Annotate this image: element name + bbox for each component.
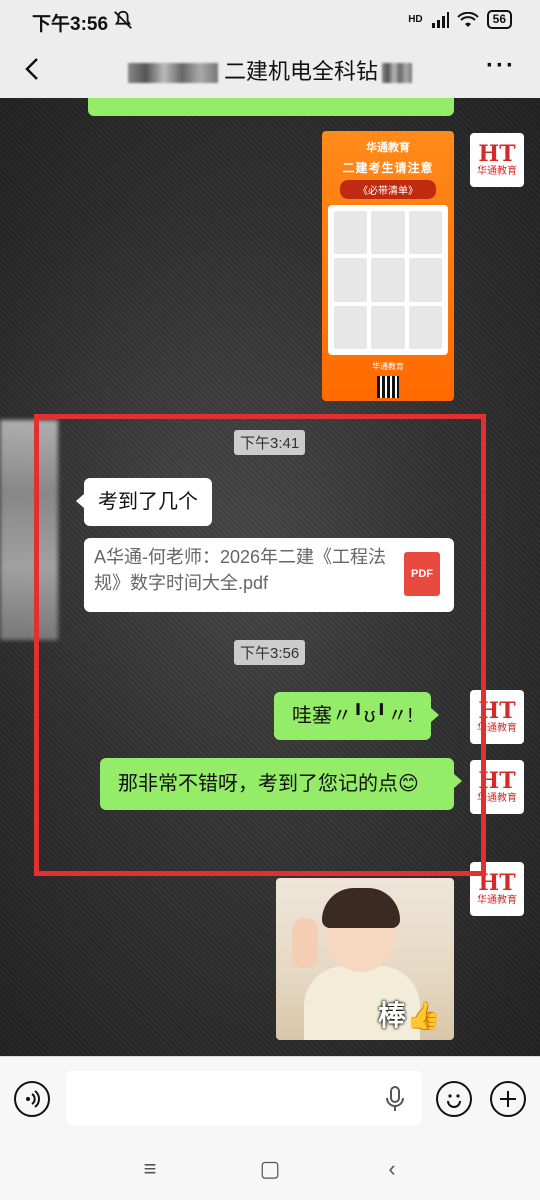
input-bar (0, 1056, 540, 1140)
menu-icon[interactable]: ≡ (130, 1156, 170, 1186)
network-label: HD (408, 14, 423, 25)
incoming-message-bubble[interactable]: 考到了几个 (76, 478, 212, 526)
avatar-logo: HT (478, 768, 516, 794)
chat-title: 二建机电全科钻 (100, 54, 440, 86)
microphone-icon[interactable] (384, 1085, 406, 1113)
plus-icon[interactable] (490, 1081, 526, 1117)
home-icon[interactable]: ▢ (250, 1156, 290, 1186)
avatar[interactable]: HT 华通教育 (470, 133, 524, 187)
redacted-avatar (0, 420, 58, 640)
qr-code-icon (377, 376, 399, 398)
avatar-caption: 华通教育 (477, 895, 517, 906)
outgoing-message-bubble[interactable]: 哇塞〃╹ʊ╹〃! (274, 692, 440, 740)
battery-icon: 56 (486, 10, 512, 29)
avatar-logo: HT (478, 698, 516, 724)
poster-item-grid (328, 205, 448, 355)
poster-image-message[interactable]: 华通教育 二建考生请注意 《必带清单》 华通教育 (322, 131, 454, 401)
avatar[interactable]: HT 华通教育 (470, 862, 524, 916)
redacted-text (127, 63, 218, 84)
timestamp: 下午3:41 (234, 430, 306, 455)
avatar[interactable]: HT 华通教育 (470, 690, 524, 744)
back-icon[interactable] (18, 54, 48, 84)
back-nav-icon[interactable]: ‹ (372, 1156, 412, 1186)
status-right-icons: HD 56 (408, 10, 512, 29)
file-name: A华通-何老师：2026年二建《工程法规》数字时间大全.pdf (94, 547, 387, 593)
wifi-icon (456, 11, 479, 27)
redacted-text (382, 63, 412, 84)
status-time: 下午3:56 (32, 14, 109, 35)
status-bar: 下午3:56 HD 56 (0, 0, 540, 40)
chat-header: 二建机电全科钻 ··· (0, 40, 540, 98)
pdf-icon: PDF (404, 552, 440, 596)
message-input[interactable] (66, 1071, 422, 1125)
signal-icon (431, 11, 449, 28)
poster-title: 二建考生请注意 (342, 161, 434, 175)
poster-subtitle: 《必带清单》 (340, 180, 436, 199)
avatar[interactable]: HT 华通教育 (470, 760, 524, 814)
poster-brand: 华通教育 (366, 142, 410, 154)
outgoing-message-bubble[interactable]: 那非常不错呀，考到了您记的点😊 (100, 758, 462, 810)
avatar-logo: HT (478, 870, 516, 896)
avatar-logo: HT (478, 141, 516, 167)
poster-footer: 华通教育 (372, 362, 404, 371)
voice-icon[interactable] (14, 1081, 50, 1117)
avatar-caption: 华通教育 (477, 166, 517, 177)
mute-icon (114, 10, 132, 29)
thumbs-up-icon (292, 918, 318, 968)
system-nav-bar: ≡ ▢ ‹ (0, 1140, 540, 1200)
avatar-caption: 华通教育 (477, 723, 517, 734)
chat-title-text: 二建机电全科钻 (223, 59, 378, 84)
chat-area[interactable]: 华通教育 二建考生请注意 《必带清单》 华通教育 HT 华通教育 下午3:41 … (0, 98, 540, 1056)
previous-message-bubble (88, 98, 454, 116)
sticker-image[interactable]: 棒👍 (276, 878, 454, 1040)
avatar-caption: 华通教育 (477, 793, 517, 804)
sticker-caption: 棒👍 (378, 1000, 441, 1031)
timestamp: 下午3:56 (234, 640, 306, 665)
emoji-icon[interactable] (436, 1081, 472, 1117)
file-message[interactable]: A华通-何老师：2026年二建《工程法规》数字时间大全.pdf PDF (84, 538, 454, 612)
more-icon[interactable]: ··· (486, 52, 516, 80)
